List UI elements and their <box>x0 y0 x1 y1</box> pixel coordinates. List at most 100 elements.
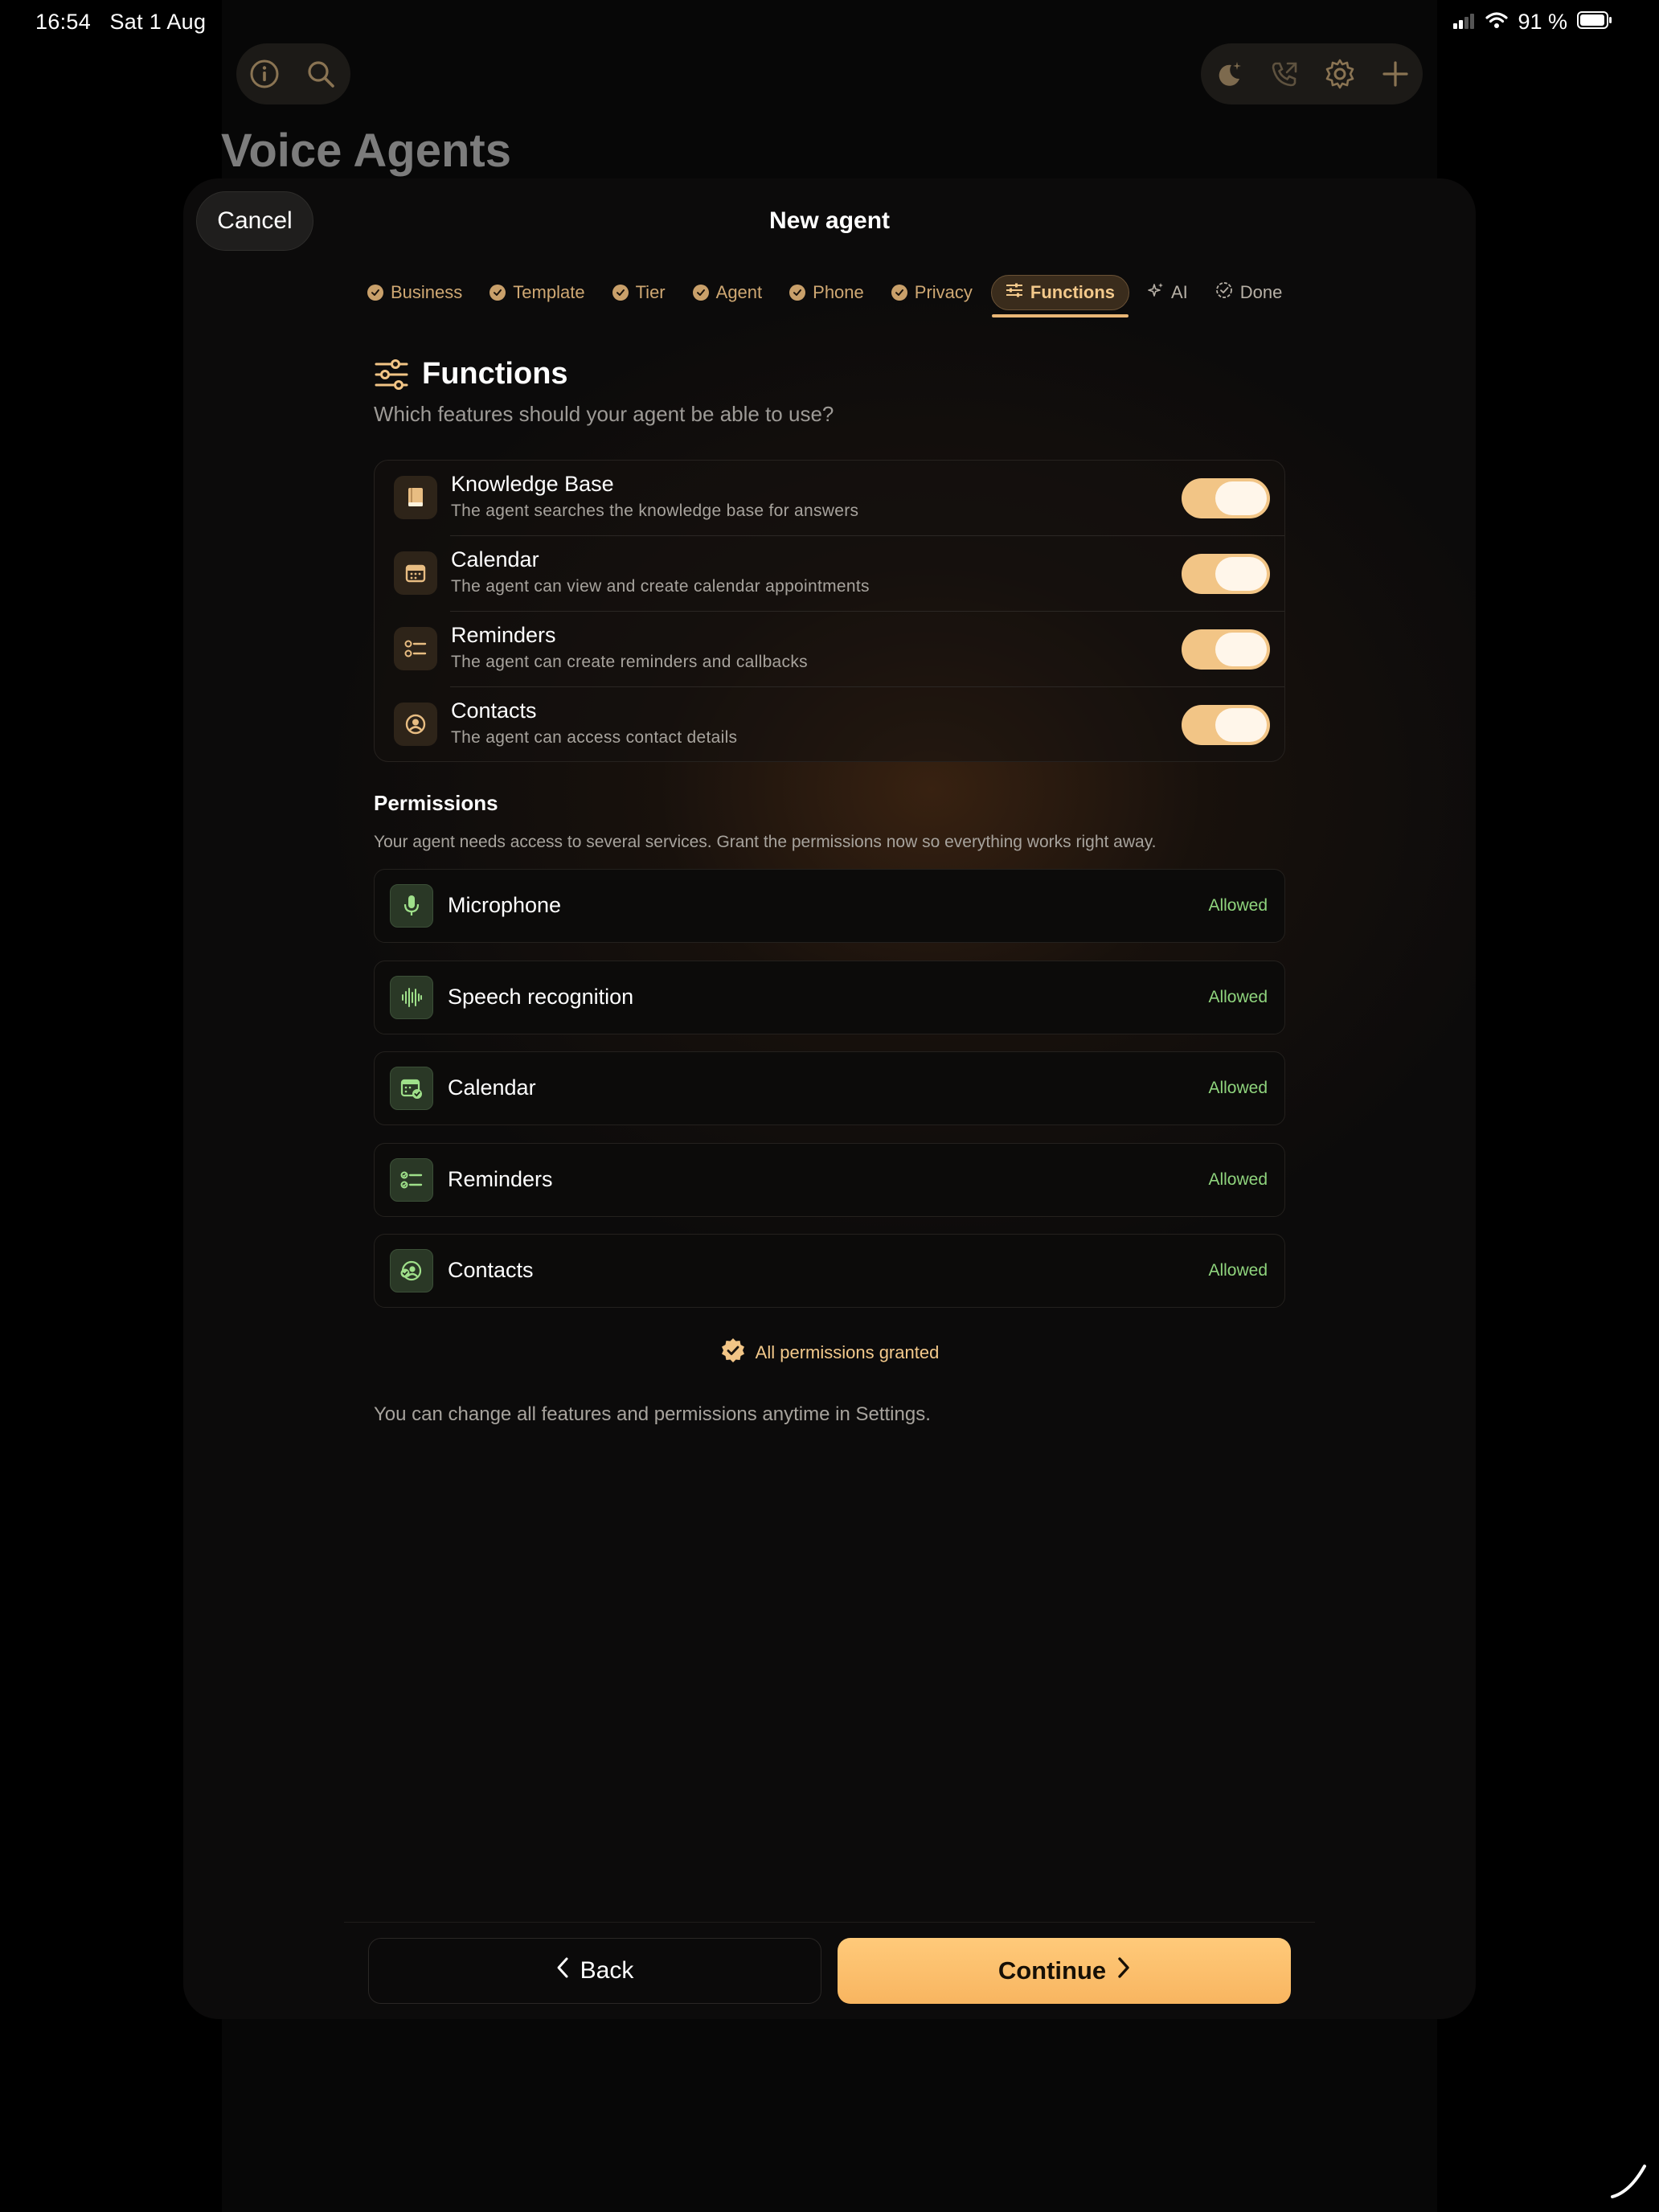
feature-description: The agent can create reminders and callb… <box>451 653 808 671</box>
step-ai[interactable]: AI <box>1134 275 1202 310</box>
toggle-knob <box>1215 481 1267 515</box>
feature-title: Contacts <box>451 698 537 723</box>
check-circle-icon <box>490 285 506 301</box>
step-label: Tier <box>635 282 666 302</box>
clock: 16:54 <box>35 10 92 34</box>
back-button[interactable]: Back <box>368 1938 821 2004</box>
continue-button[interactable]: Continue <box>838 1938 1291 2004</box>
check-circle-icon <box>789 285 806 301</box>
search-icon[interactable] <box>293 46 349 102</box>
step-privacy[interactable]: Privacy <box>878 275 986 310</box>
permission-status: Allowed <box>1208 988 1268 1006</box>
feature-description: The agent can view and create calendar a… <box>451 577 870 596</box>
continue-label: Continue <box>997 1956 1107 1985</box>
features-list: Knowledge Base The agent searches the kn… <box>374 460 1285 762</box>
toggle-knob <box>1215 708 1267 742</box>
step-label: Phone <box>813 282 864 302</box>
toggle-knob <box>1215 557 1267 591</box>
step-label: Agent <box>715 282 763 302</box>
step-label: Done <box>1239 282 1283 302</box>
background-right-toolbar <box>1201 43 1423 104</box>
moon-sparkle-icon[interactable] <box>1201 46 1256 102</box>
calendar-icon <box>394 551 437 595</box>
all-permissions-granted: All permissions granted <box>0 1337 1659 1368</box>
permission-status: Allowed <box>1208 1261 1268 1280</box>
toggle-knob <box>1215 633 1267 666</box>
person-circle-icon <box>394 703 437 746</box>
permission-status: Allowed <box>1208 1170 1268 1189</box>
checklist-icon <box>394 627 437 670</box>
step-done[interactable]: Done <box>1202 275 1296 310</box>
sliders-icon <box>1006 282 1023 303</box>
step-label: Template <box>513 282 585 302</box>
feature-row-contacts: Contacts The agent can access contact de… <box>375 687 1284 763</box>
section-title: Functions <box>422 357 568 391</box>
permission-row-calendar[interactable]: Calendar Allowed <box>374 1051 1285 1125</box>
permissions-title: Permissions <box>374 791 498 815</box>
permission-status: Allowed <box>1208 896 1268 915</box>
step-tier[interactable]: Tier <box>599 275 679 310</box>
permission-row-reminders[interactable]: Reminders Allowed <box>374 1143 1285 1217</box>
step-template[interactable]: Template <box>476 275 598 310</box>
check-seal-icon <box>1215 281 1233 304</box>
permission-label: Reminders <box>448 1167 553 1191</box>
checklist-icon <box>390 1158 433 1202</box>
check-circle-icon <box>612 285 629 301</box>
calendar-toggle[interactable] <box>1182 554 1270 594</box>
granted-label: All permissions granted <box>755 1342 940 1362</box>
section-subtitle: Which features should your agent be able… <box>374 402 834 426</box>
check-seal-icon <box>720 1337 746 1368</box>
gear-icon[interactable] <box>1312 46 1367 102</box>
wizard-steps: Business Template Tier Agent Phone Priva… <box>354 275 1296 317</box>
step-functions[interactable]: Functions <box>990 275 1129 317</box>
step-label: Business <box>391 282 463 302</box>
phone-outgoing-icon[interactable] <box>1256 46 1312 102</box>
step-label: Privacy <box>914 282 973 302</box>
background-page-title: Voice Agents <box>221 125 511 177</box>
feature-description: The agent searches the knowledge base fo… <box>451 502 859 520</box>
sparkles-icon <box>1148 282 1164 303</box>
permission-label: Calendar <box>448 1075 536 1100</box>
knowledge-base-toggle[interactable] <box>1182 478 1270 518</box>
permission-row-contacts[interactable]: Contacts Allowed <box>374 1234 1285 1308</box>
signal-icon <box>1453 10 1476 35</box>
calendar-check-icon <box>390 1067 433 1110</box>
check-circle-icon <box>692 285 709 301</box>
feature-row-calendar: Calendar The agent can view and create c… <box>375 536 1284 612</box>
permission-status: Allowed <box>1208 1079 1268 1097</box>
permission-row-microphone[interactable]: Microphone Allowed <box>374 869 1285 943</box>
wifi-icon <box>1485 10 1509 35</box>
status-bar-time: 16:54 Sat 1 Aug <box>35 10 206 35</box>
contact-check-icon <box>390 1249 433 1292</box>
feature-title: Knowledge Base <box>451 472 614 496</box>
reminders-toggle[interactable] <box>1182 629 1270 670</box>
feature-row-knowledge-base: Knowledge Base The agent searches the kn… <box>375 461 1284 536</box>
permission-label: Contacts <box>448 1258 534 1282</box>
permissions-description: Your agent needs access to several servi… <box>374 833 1157 851</box>
info-icon[interactable] <box>236 46 293 102</box>
step-label: Functions <box>1030 282 1115 302</box>
background-left-toolbar <box>236 43 350 104</box>
chevron-left-icon <box>556 1956 569 1985</box>
step-business[interactable]: Business <box>354 275 476 310</box>
plus-icon[interactable] <box>1367 46 1423 102</box>
status-bar-indicators: 91 % <box>1453 10 1612 35</box>
footer-divider <box>344 1922 1315 1923</box>
sheet-title: New agent <box>768 207 891 234</box>
feature-title: Calendar <box>451 547 539 571</box>
permission-label: Speech recognition <box>448 985 634 1009</box>
permission-row-speech-recognition[interactable]: Speech recognition Allowed <box>374 961 1285 1034</box>
microphone-icon <box>390 884 433 928</box>
step-phone[interactable]: Phone <box>776 275 878 310</box>
feature-description: The agent can access contact details <box>451 728 738 747</box>
contacts-toggle[interactable] <box>1182 705 1270 745</box>
stylus-corner-indicator <box>1608 2158 1651 2206</box>
waveform-icon <box>390 976 433 1019</box>
step-agent[interactable]: Agent <box>679 275 776 310</box>
functions-sliders-icon <box>375 358 408 395</box>
battery-percent: 91 % <box>1518 10 1567 34</box>
back-label: Back <box>580 1957 634 1984</box>
check-circle-icon <box>367 285 383 301</box>
permission-label: Microphone <box>448 893 562 917</box>
step-label: AI <box>1171 282 1188 302</box>
